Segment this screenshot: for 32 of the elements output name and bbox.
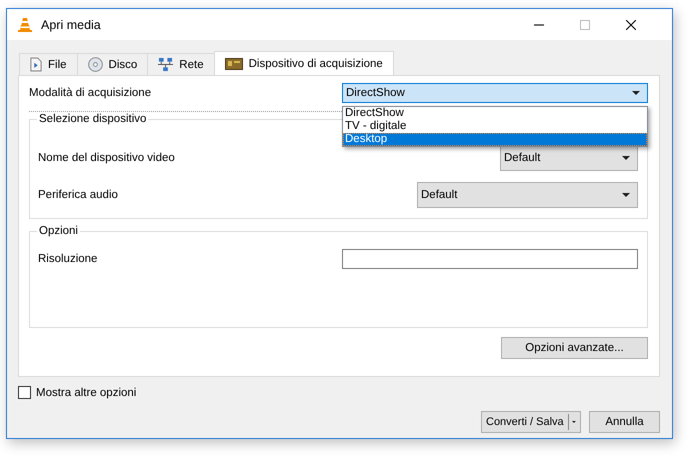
caret-icon [622,192,630,197]
capture-card-icon [224,57,243,71]
dropdown-option[interactable]: TV - digitale [343,120,647,133]
tab[interactable]: Disco [76,53,148,75]
group-title: Opzioni [37,225,80,237]
network-icon [158,57,174,72]
tab[interactable]: File [19,53,78,75]
caret-icon [632,91,640,95]
convert-save-button[interactable]: Converti / Salva [481,411,581,433]
window-title: Apri media [41,18,101,32]
close-icon[interactable] [626,20,636,30]
field-label: Periferica audio [38,188,118,201]
file-icon [30,57,42,72]
audio-device-dropdown[interactable]: Default [417,182,638,208]
cancel-button[interactable]: Annulla [589,411,660,433]
advanced-options-button[interactable]: Opzioni avanzate... [501,337,648,359]
resolution-field[interactable] [342,249,638,269]
tab[interactable]: Dispositivo di acquisizione [214,51,394,76]
field-label: Modalità di acquisizione [29,87,152,99]
checkbox[interactable] [18,386,31,399]
checkbox-label: Mostra altre opzioni [36,386,136,398]
group-title: Selezione dispositivo [37,113,148,125]
caret-icon [622,156,630,160]
dropdown-option[interactable]: Desktop [343,133,647,146]
field-label: Nome del dispositivo video [38,152,175,164]
caret-icon [572,420,576,424]
cone-icon [17,16,33,32]
field-label: Risoluzione [38,253,98,265]
disc-icon [88,57,103,72]
capture-mode-dropdown[interactable]: DirectShow [342,83,648,103]
dropdown-option[interactable]: DirectShow [343,107,647,120]
video-device-dropdown[interactable]: Default [500,145,638,172]
